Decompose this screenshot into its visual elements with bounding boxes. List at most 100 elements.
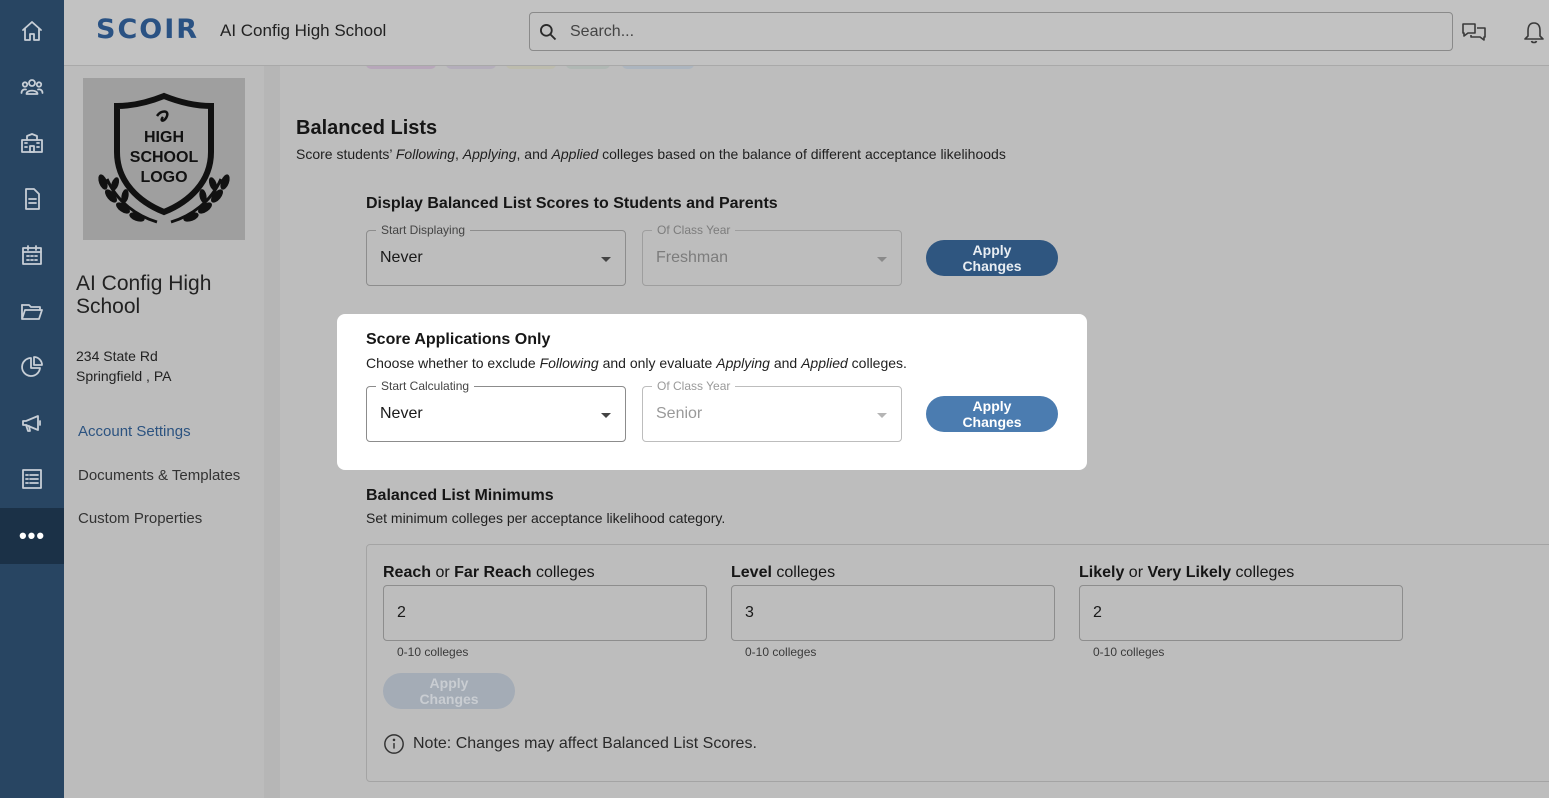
search-input[interactable]: [570, 19, 1430, 44]
score-applications-apply-changes-button[interactable]: Apply Changes: [926, 396, 1058, 432]
desc-following: Following: [539, 355, 599, 371]
desc-text: and: [769, 355, 802, 371]
info-icon: [384, 734, 404, 754]
dropdown-arrow-icon: [601, 257, 611, 262]
sidebar-school-title: AI Config High School: [76, 272, 212, 318]
desc-text: colleges.: [847, 355, 907, 371]
display-class-year-select[interactable]: Of Class Year Freshman: [642, 223, 902, 286]
likely-colleges-input[interactable]: [1079, 585, 1403, 641]
desc-text: colleges based on the balance of differe…: [598, 146, 1006, 162]
minimums-note: Note: Changes may affect Balanced List S…: [383, 733, 757, 755]
document-icon: [25, 188, 40, 210]
score-applications-title: Score Applications Only: [366, 331, 551, 348]
logo-line-2: SCHOOL: [130, 149, 199, 166]
top-bar: SCOIR AI Config High School: [64, 0, 1549, 66]
likely-label: Likely or Very Likely colleges: [1079, 564, 1294, 582]
level-label-tail: colleges: [771, 564, 836, 581]
chat-icon: [1462, 23, 1486, 41]
desc-text: ,: [455, 146, 463, 162]
balanced-lists-description: Score students’ Following, Applying, and…: [296, 146, 1006, 162]
rail-announcements[interactable]: [0, 395, 64, 451]
brand-logo[interactable]: SCOIR: [96, 14, 199, 45]
level-label: Level colleges: [731, 564, 835, 582]
score-applications-card: Score Applications Only Choose whether t…: [337, 314, 1087, 470]
more-icon: •••: [18, 523, 46, 548]
desc-following: Following: [395, 146, 456, 162]
reach-colleges-input[interactable]: [383, 585, 707, 641]
settings-sidebar: HIGH SCHOOL LOGO AI Config High School 2…: [64, 66, 264, 798]
balanced-lists-title: Balanced Lists: [296, 117, 438, 139]
reach-helper: 0-10 colleges: [397, 645, 469, 659]
analytics-icon: [21, 356, 43, 377]
app-rail: •••: [0, 0, 64, 798]
messages-button[interactable]: [1460, 19, 1488, 47]
minimums-note-text: Note: Changes may affect Balanced List S…: [413, 735, 757, 752]
calendar-icon: [22, 245, 42, 265]
desc-applying: Applying: [462, 146, 517, 162]
rail-analytics[interactable]: [0, 339, 64, 395]
reach-label-bold: Reach: [383, 564, 432, 581]
minimums-description: Set minimum colleges per acceptance like…: [366, 510, 726, 526]
nav-documents-templates[interactable]: Documents & Templates: [78, 467, 240, 484]
home-icon: [22, 21, 42, 41]
folder-icon: [21, 304, 43, 320]
header-school-name: AI Config High School: [220, 21, 387, 40]
rail-students[interactable]: [0, 59, 64, 115]
dropdown-arrow-icon: [601, 413, 611, 418]
desc-text: and only evaluate: [598, 355, 717, 371]
logo-line-1: HIGH: [144, 129, 184, 146]
reach-label-tail: colleges: [531, 564, 595, 581]
rail-schools[interactable]: [0, 115, 64, 171]
tab-chip: [366, 66, 436, 69]
start-displaying-select[interactable]: Start Displaying Never: [366, 223, 626, 286]
reach-label: Reach or Far Reach colleges: [383, 564, 595, 582]
rail-more[interactable]: •••: [0, 508, 64, 564]
notifications-button[interactable]: [1520, 19, 1548, 47]
calculating-class-year-label: Of Class Year: [652, 379, 736, 393]
school-logo-crest: HIGH SCHOOL LOGO: [98, 92, 230, 224]
likely-label-tail: colleges: [1231, 564, 1295, 581]
tab-chip: [622, 66, 694, 69]
level-colleges-input[interactable]: [731, 585, 1055, 641]
calculating-class-year-select[interactable]: Of Class Year Senior: [642, 379, 902, 442]
score-applications-description: Choose whether to exclude Following and …: [366, 355, 907, 371]
search-icon: [540, 24, 557, 41]
reach-label-or: or: [431, 564, 455, 581]
start-calculating-select[interactable]: Start Calculating Never: [366, 379, 626, 442]
rail-checklists[interactable]: [0, 451, 64, 507]
rail-files[interactable]: [0, 283, 64, 339]
display-class-year-label: Of Class Year: [652, 223, 736, 237]
display-class-year-value: Freshman: [656, 249, 729, 266]
desc-applied: Applied: [801, 355, 848, 371]
display-scores-title: Display Balanced List Scores to Students…: [366, 195, 778, 212]
rail-calendar[interactable]: [0, 227, 64, 283]
start-displaying-label: Start Displaying: [376, 223, 471, 237]
start-calculating-value: Never: [380, 405, 423, 422]
minimums-title: Balanced List Minimums: [366, 487, 554, 504]
bell-icon: [1524, 22, 1544, 44]
logo-line-3: LOGO: [140, 169, 187, 186]
calculating-class-year-value: Senior: [656, 405, 703, 422]
level-helper: 0-10 colleges: [745, 645, 817, 659]
search-box[interactable]: [529, 12, 1453, 51]
display-apply-changes-button[interactable]: Apply Changes: [926, 240, 1058, 276]
start-calculating-label: Start Calculating: [376, 379, 475, 393]
desc-text: Score students’: [296, 146, 396, 162]
school-address: 234 State Rd Springfield , PA: [76, 346, 171, 386]
minimums-panel: Reach or Far Reach colleges 0-10 college…: [366, 544, 1549, 782]
nav-account-settings[interactable]: Account Settings: [78, 423, 191, 440]
tab-chip: [566, 66, 610, 69]
start-displaying-value: Never: [380, 249, 423, 266]
very-likely-label-bold: Very Likely: [1147, 564, 1232, 581]
rail-home[interactable]: [0, 3, 64, 59]
likely-label-bold: Likely: [1079, 564, 1125, 581]
dropdown-arrow-icon: [877, 257, 887, 262]
school-logo: HIGH SCHOOL LOGO: [83, 78, 245, 240]
minimums-apply-changes-button[interactable]: Apply Changes: [383, 673, 515, 709]
checklist-icon: [22, 469, 42, 489]
nav-custom-properties[interactable]: Custom Properties: [78, 510, 202, 527]
likely-label-or: or: [1124, 564, 1148, 581]
desc-text: , and: [516, 146, 552, 162]
rail-documents[interactable]: [0, 171, 64, 227]
far-reach-label-bold: Far Reach: [454, 564, 532, 581]
